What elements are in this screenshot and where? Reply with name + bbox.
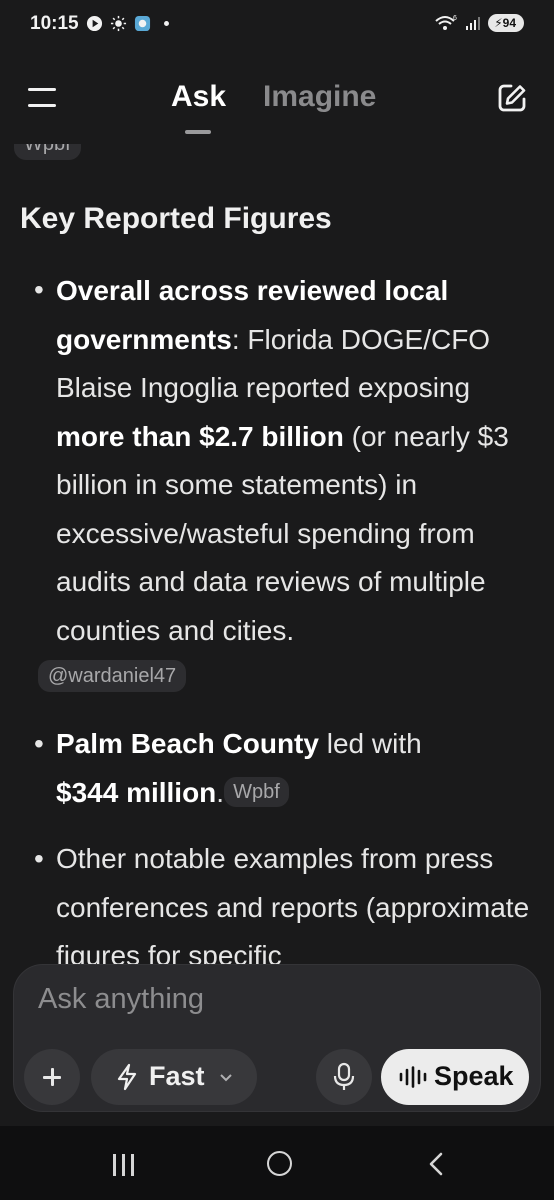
battery-level: 94 [502,16,516,30]
bullet-text: led with [318,728,422,759]
microphone-icon [333,1062,355,1090]
system-navigation-bar [0,1126,554,1200]
source-chip[interactable]: Wpbf [14,144,81,160]
bullet-marker: • [34,728,44,759]
list-item: Palm Beach County led with $344 million.… [56,720,544,817]
menu-icon[interactable] [28,86,58,110]
source-chip[interactable]: Wpbf [224,776,289,807]
mode-selector-button[interactable]: Fast [91,1049,257,1105]
status-notification-icons [86,15,175,32]
active-tab-indicator [185,130,211,134]
bullet-bold-lead: Palm Beach County [56,728,319,759]
chat-response: Wpbf Key Reported Figures • Overall acro… [0,144,554,994]
home-icon[interactable] [267,1151,292,1176]
mode-label: Fast [149,1061,205,1091]
battery-indicator: ⚡94 [488,14,524,32]
bullet-marker: • [34,843,44,874]
bullet-marker: • [34,274,44,305]
dot-icon [164,21,169,26]
bullet-bold-figure: $344 million [56,776,217,808]
microphone-button[interactable] [316,1049,372,1105]
lightning-icon [117,1063,137,1091]
message-composer: Ask anything Fast Speak [13,964,541,1112]
brightness-icon [110,15,127,32]
list-item: Other notable examples from press confer… [56,835,544,981]
attach-button[interactable] [24,1049,80,1105]
media-icon [86,15,103,32]
status-bar: 10:15 6 ⚡94 [0,0,554,52]
status-time: 10:15 [30,13,79,34]
voice-waveform-icon [399,1066,427,1088]
recents-icon[interactable] [111,1154,137,1176]
section-heading: Key Reported Figures [20,202,332,235]
tab-ask[interactable]: Ask [171,80,226,114]
app-icon [134,15,151,32]
wifi-icon: 6 [435,15,457,30]
back-icon[interactable] [424,1151,448,1177]
tab-imagine[interactable]: Imagine [263,80,376,114]
chevron-down-icon [220,1074,232,1082]
svg-text:6: 6 [453,15,457,22]
bullet-text: Other notable examples from press confer… [56,843,530,971]
new-chat-icon[interactable] [496,82,528,114]
app-header: Ask Imagine [0,52,554,144]
signal-icon [466,17,481,30]
source-chip[interactable]: @wardaniel47 [38,660,187,692]
list-item: Overall across reviewed local government… [56,267,544,655]
speak-button[interactable]: Speak [381,1049,529,1105]
speak-label: Speak [434,1061,514,1091]
bullet-bold-figure: more than $2.7 billion [56,420,344,452]
bullet-text: . [216,776,225,808]
ask-input[interactable]: Ask anything [38,983,204,1016]
bullet-text: (or nearly $3 billion in some statements… [56,420,509,646]
